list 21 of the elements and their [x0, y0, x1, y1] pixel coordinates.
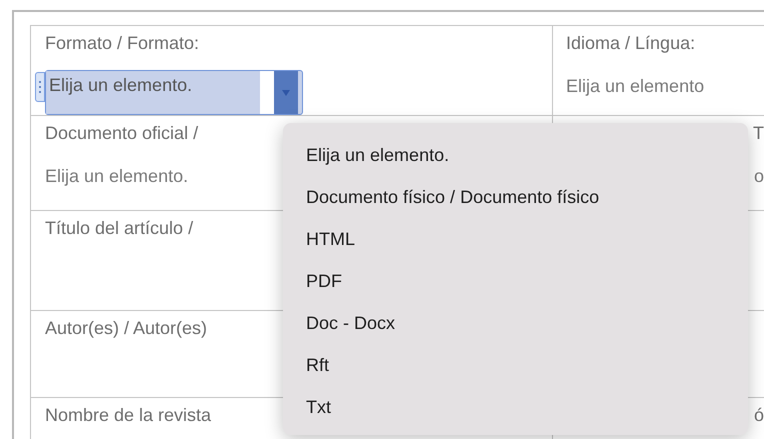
field-label: Nombre de la revista [45, 404, 212, 427]
text-fragment: T [753, 122, 764, 145]
field-label: Título del artículo / [45, 217, 194, 240]
field-label: Formato / Formato: [45, 32, 200, 55]
text-fragment: o [754, 165, 764, 188]
field-label: Autor(es) / Autor(es) [45, 317, 208, 340]
menu-item[interactable]: Rft [306, 353, 330, 377]
field-label: Idioma / Língua: [566, 32, 696, 55]
menu-item[interactable]: Txt [306, 395, 331, 419]
menu-item[interactable]: PDF [306, 269, 342, 293]
dropdown-arrow-icon[interactable] [282, 90, 290, 96]
menu-item[interactable]: Elija un elemento. [306, 143, 450, 167]
dropdown-field[interactable]: Elija un elemento. [45, 70, 303, 115]
menu-item[interactable]: Documento físico / Documento físico [306, 185, 600, 209]
field-label: Documento oficial / [45, 122, 198, 145]
menu-item[interactable]: HTML [306, 227, 355, 251]
drag-handle-icon[interactable] [35, 72, 45, 102]
text-fragment: ó [754, 404, 764, 427]
menu-item[interactable]: Doc - Docx [306, 311, 396, 335]
field-value: Elija un elemento. [45, 165, 188, 188]
field-value: Elija un elemento [566, 75, 704, 98]
